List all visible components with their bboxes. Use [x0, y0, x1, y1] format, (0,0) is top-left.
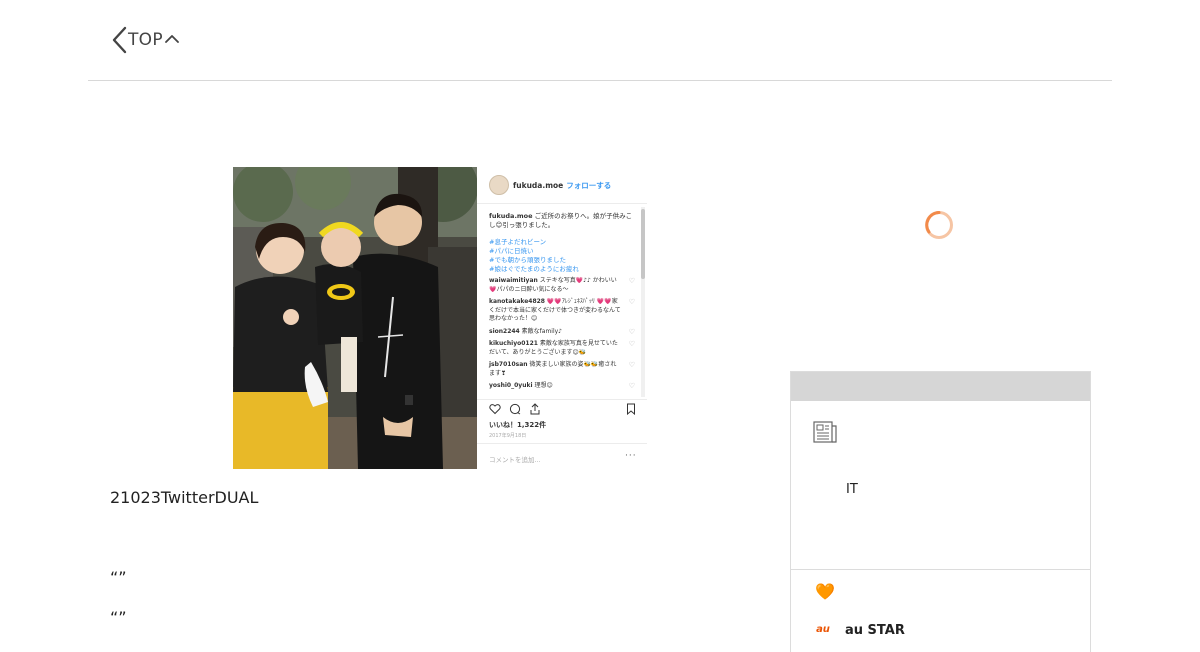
divider [477, 203, 647, 204]
top-bar: TOP [88, 0, 1112, 81]
caret-up-icon [165, 35, 179, 43]
instagram-scrollbar [641, 207, 645, 397]
newspaper-icon [813, 421, 837, 443]
heart-outline-icon: ♡ [628, 340, 635, 348]
back-to-top-link[interactable]: TOP [110, 24, 179, 56]
comment-user: sion2244 [489, 327, 520, 335]
instagram-follow-label: フォローする [566, 180, 612, 190]
hashtag: #息子よだれビーン [489, 238, 547, 246]
sidebar-card-text: IT [846, 482, 858, 497]
caption-user: fukuda.moe [489, 212, 533, 220]
comment-user: kanotakake4828 [489, 298, 545, 305]
orange-heart-icon: 🧡 [815, 582, 835, 601]
comment: yoshi0_0yuki 理想😊 ♡ [489, 382, 635, 391]
instagram-caption: fukuda.moe ご近所のお祭りへ。娘が子供みこし😊引っ張りました。 [489, 212, 635, 230]
au-logo: au [816, 624, 830, 635]
heart-outline-icon: ♡ [628, 382, 635, 390]
hashtag: #パパに日焼い [489, 247, 534, 255]
heart-outline-icon: ♡ [628, 361, 635, 369]
instagram-add-comment: コメントを追加... [489, 456, 541, 464]
sidebar-card-header [791, 372, 1090, 401]
instagram-post-header: fukuda.moe フォローする [489, 175, 611, 195]
comment: sion2244 素敵なfamily♪ ♡ [489, 327, 635, 337]
article-quote: “” [110, 608, 127, 627]
heart-outline-icon: ♡ [628, 277, 635, 285]
comment: waiwaimitiyan ステキな写真💗♪♪ かわいい💗パパのニ日酔い気になる… [489, 277, 635, 294]
divider [477, 443, 647, 444]
comment: jsb7010san 微笑ましい家族の姿🐝🐝癒されます❣ ♡ [489, 361, 635, 378]
au-star-link[interactable]: au au STAR [813, 620, 905, 640]
comment-user: kikuchiyo0121 [489, 340, 538, 347]
chevron-left-icon [112, 26, 127, 54]
loading-spinner-icon [925, 211, 953, 239]
hashtag: #娘はぐでたまのようにお疲れ [489, 265, 579, 273]
instagram-likes: いいね！1,322件 [489, 421, 547, 429]
article-paragraph: 21023TwitterDUAL [110, 488, 259, 507]
more-options-icon: ··· [625, 451, 637, 461]
scrollbar-thumb [641, 209, 645, 279]
comment: kikuchiyo0121 素敵な家族写真を見せていただいて、ありがとうございま… [489, 340, 635, 357]
share-icon [530, 403, 540, 415]
heart-outline-icon: ♡ [628, 298, 635, 306]
comment-user: jsb7010san [489, 361, 528, 368]
bookmark-icon [627, 403, 635, 415]
instagram-handle: fukuda.moe [513, 180, 564, 190]
instagram-hashtags: #息子よだれビーン #パパに日焼い #でも朝から頑張りました #娘はぐでたまのよ… [489, 238, 579, 274]
instagram-comments: waiwaimitiyan ステキな写真💗♪♪ かわいい💗パパのニ日酔い気になる… [489, 277, 635, 395]
comment-user: yoshi0_0yuki [489, 382, 533, 389]
divider [791, 569, 1090, 570]
comment-text: 理想😊 [534, 382, 553, 389]
heart-outline-icon: ♡ [628, 327, 635, 336]
instagram-post-screenshot: fukuda.moe フォローする fukuda.moe ご近所のお祭りへ。娘が… [477, 167, 647, 469]
sidebar-card: IT 🧡 au au STAR [790, 371, 1091, 652]
divider [477, 399, 647, 400]
instagram-date: 2017年9月18日 [489, 433, 527, 439]
hashtag: #でも朝から頑張りました [489, 256, 566, 264]
instagram-actions [489, 403, 637, 417]
comment: kanotakake4828 💗💗ｱﾚｼﾞｪﾈｽﾊﾟｯﾘ 💗💗家くだけで本当に家… [489, 298, 635, 324]
article-quote: “” [110, 568, 127, 587]
back-label: TOP [128, 30, 163, 50]
heart-icon [489, 404, 501, 415]
comment-icon [509, 403, 521, 415]
comment-text: 素敵なfamily♪ [521, 327, 563, 335]
brand-label: au STAR [845, 622, 905, 638]
family-photo [233, 167, 477, 469]
avatar [489, 175, 509, 195]
comment-user: waiwaimitiyan [489, 277, 538, 284]
